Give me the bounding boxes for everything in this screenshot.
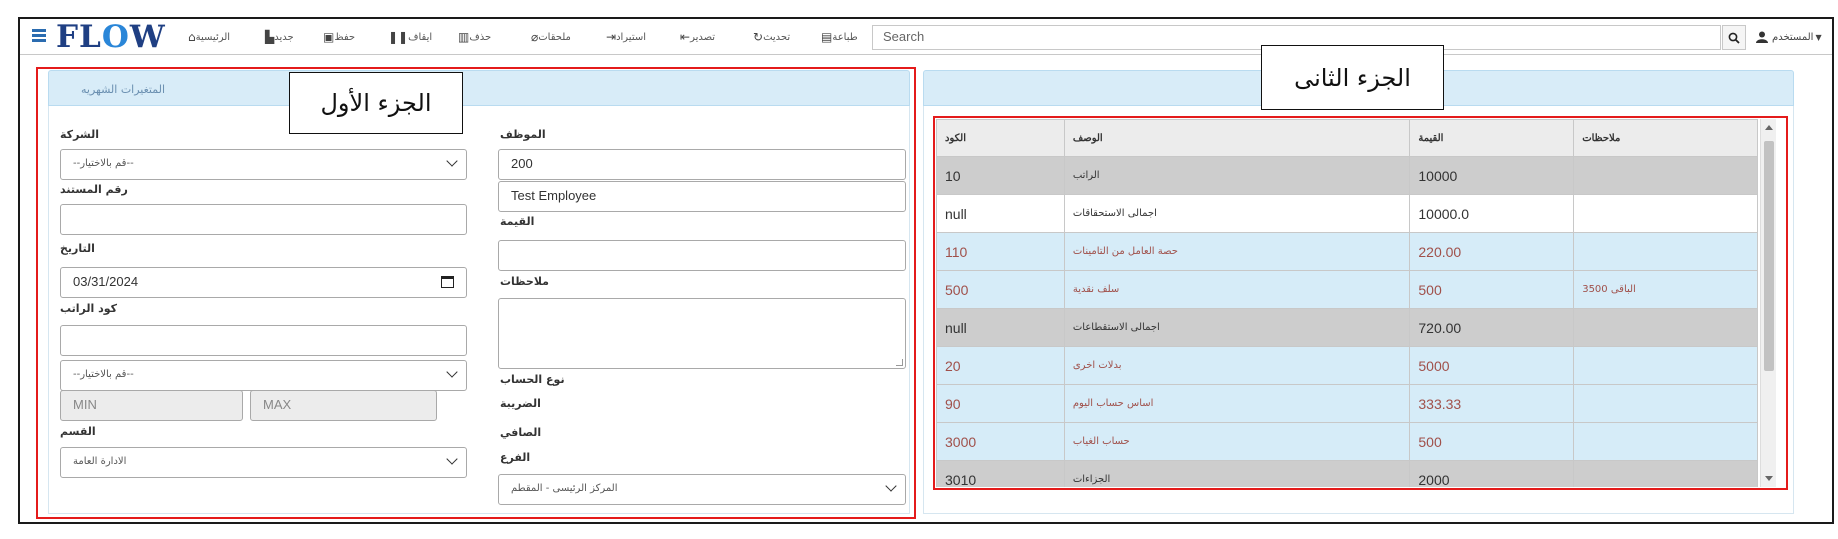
- search-button[interactable]: [1722, 25, 1746, 50]
- annotation-box-part2: [933, 116, 1788, 490]
- refresh-button[interactable]: ↻ تحديث: [750, 19, 790, 55]
- save-button[interactable]: ▣ حفظ: [320, 19, 355, 55]
- printer-icon: ▤: [821, 30, 833, 44]
- search-icon: [1728, 32, 1740, 44]
- home-button[interactable]: ⌂ الرئيسية: [185, 19, 230, 55]
- trash-icon: ▥: [458, 30, 470, 44]
- paperclip-icon: ⌀: [531, 30, 539, 44]
- annotation-box-part1: [36, 67, 916, 519]
- import-icon: ⇥: [606, 30, 617, 44]
- callout-part2: الجزء الثانى: [1261, 45, 1444, 110]
- user-menu[interactable]: المستخدم ▼: [1755, 19, 1822, 55]
- import-button[interactable]: ⇥ استيراد: [603, 19, 646, 55]
- toolbar: FL O W ⌂ الرئيسية ▙ جديد ▣ حفظ ❚❚ ايقاف ▥ …: [20, 19, 1832, 55]
- attachments-button[interactable]: ⌀ ملحقات: [528, 19, 571, 55]
- user-icon: [1756, 31, 1768, 43]
- delete-button[interactable]: ▥ حذف: [455, 19, 491, 55]
- export-icon: ⇤: [680, 30, 691, 44]
- menu-icon[interactable]: [32, 29, 46, 43]
- pause-icon: ❚❚: [388, 30, 409, 44]
- refresh-icon: ↻: [753, 30, 764, 44]
- save-icon: ▣: [323, 30, 335, 44]
- new-button[interactable]: ▙ جديد: [262, 19, 294, 55]
- app-logo: FL O W: [56, 19, 166, 55]
- new-file-icon: ▙: [265, 30, 275, 44]
- home-icon: ⌂: [188, 30, 196, 44]
- chevron-down-icon: ▼: [1815, 32, 1822, 42]
- stop-button[interactable]: ❚❚ ايقاف: [385, 19, 432, 55]
- print-button[interactable]: ▤ طباعة: [818, 19, 858, 55]
- export-button[interactable]: ⇤ تصدير: [677, 19, 715, 55]
- callout-part1: الجزء الأول: [289, 72, 463, 134]
